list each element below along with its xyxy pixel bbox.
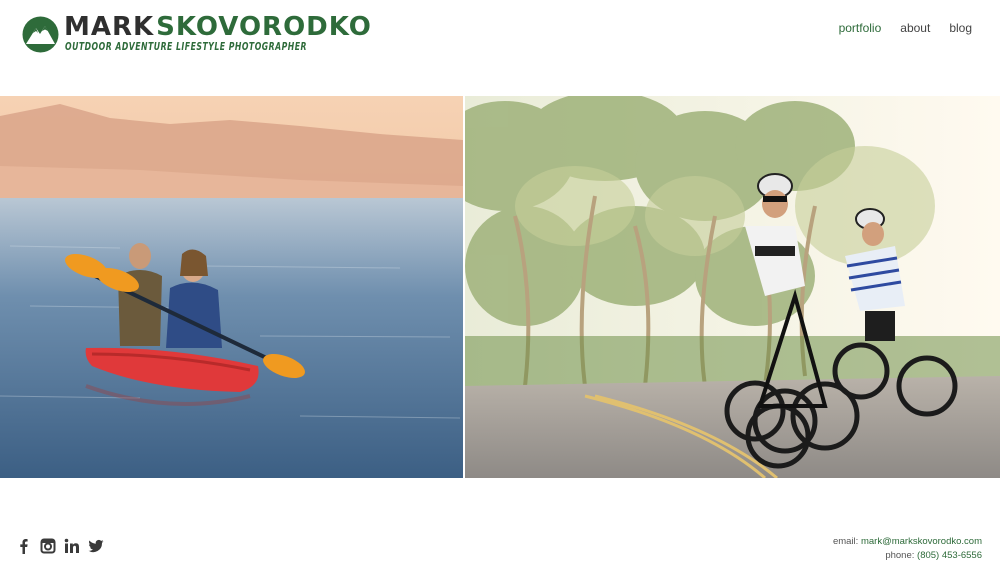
phone-number[interactable]: (805) 453-6556 xyxy=(917,550,982,561)
brand-name[interactable]: MARKSKOVORODKO xyxy=(64,13,372,41)
instagram-icon[interactable] xyxy=(40,538,56,554)
nav-blog[interactable]: blog xyxy=(949,21,972,35)
twitter-icon[interactable] xyxy=(88,538,104,554)
phone-label: phone: xyxy=(885,549,915,561)
nav-about[interactable]: about xyxy=(900,21,930,35)
brand-first-name: MARK xyxy=(64,12,155,42)
linkedin-icon[interactable] xyxy=(64,538,80,554)
social-links xyxy=(16,538,104,554)
brand-last-name: SKOVORODKO xyxy=(156,12,372,42)
site-footer: email: mark@markskovorodko.com phone: (8… xyxy=(0,478,1000,575)
email-link[interactable]: mark@markskovorodko.com xyxy=(861,536,982,547)
photo-gallery xyxy=(0,96,1000,478)
site-header: MARKSKOVORODKO OUTDOOR ADVENTURE LIFESTY… xyxy=(0,0,1000,96)
nav-portfolio[interactable]: portfolio xyxy=(839,21,882,35)
email-line: email: mark@markskovorodko.com xyxy=(833,535,982,549)
mountain-logo-icon[interactable] xyxy=(22,16,59,53)
kayak-photo[interactable] xyxy=(0,96,463,478)
brand-tagline: OUTDOOR ADVENTURE LIFESTYLE PHOTOGRAPHER xyxy=(65,41,307,53)
facebook-icon[interactable] xyxy=(16,538,32,554)
phone-line: phone: (805) 453-6556 xyxy=(833,549,982,563)
main-nav: portfolio about blog xyxy=(820,21,972,35)
cyclists-photo[interactable] xyxy=(465,96,1000,478)
contact-info: email: mark@markskovorodko.com phone: (8… xyxy=(833,535,982,562)
email-label: email: xyxy=(832,536,859,547)
